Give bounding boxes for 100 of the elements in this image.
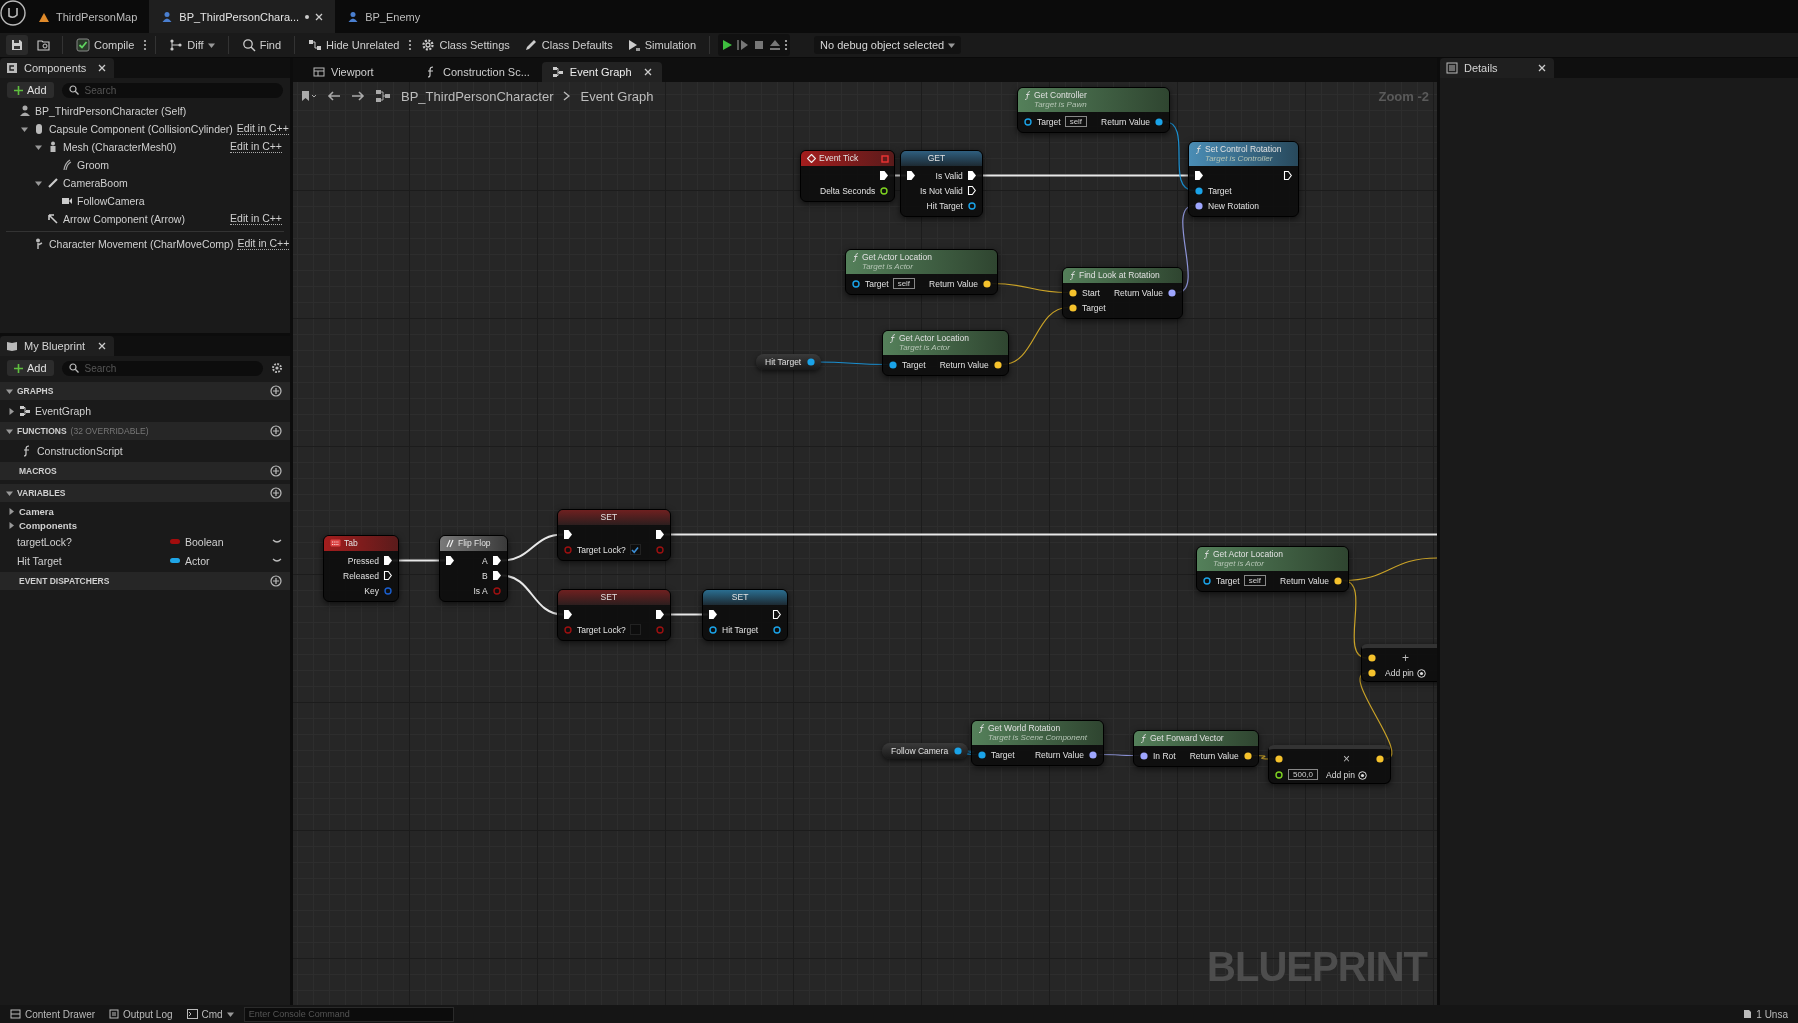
data-pin-icon[interactable] [1194, 200, 1204, 211]
expand-caret-icon[interactable] [35, 143, 42, 151]
expand-caret-icon[interactable] [21, 125, 28, 133]
data-pin-icon[interactable] [1333, 575, 1344, 586]
exec-pin-icon[interactable] [382, 570, 393, 581]
search-field[interactable]: Search [84, 84, 276, 96]
more-options-icon[interactable] [143, 39, 148, 51]
component-item[interactable]: Capsule Component (CollisionCylinder) [49, 123, 233, 135]
search-box[interactable]: Search [61, 360, 263, 376]
exec-pin-icon[interactable] [563, 529, 573, 540]
event-delegate-icon[interactable] [881, 155, 890, 163]
document-tab[interactable]: ThirdPersonMap [26, 0, 150, 33]
data-pin-icon[interactable] [879, 185, 890, 196]
console-input[interactable]: Enter Console Command [243, 1006, 454, 1022]
data-pin-icon[interactable] [772, 624, 783, 635]
expand-caret-icon[interactable] [6, 427, 13, 435]
toolbar-button[interactable]: Compile [71, 35, 140, 55]
data-pin-icon[interactable] [708, 624, 718, 635]
edit-in-cpp-link[interactable]: Edit in C++ [236, 123, 289, 135]
editor-tab[interactable]: Viewport [303, 62, 413, 82]
add-pin-button[interactable]: Add pin [1326, 770, 1367, 780]
add-icon[interactable] [270, 385, 282, 397]
default-value-field[interactable]: self [892, 278, 916, 289]
section-header[interactable]: FUNCTIONS (32 OVERRIDABLE) [0, 422, 290, 440]
component-item[interactable]: CameraBoom [63, 177, 282, 189]
section-header[interactable]: EVENT DISPATCHERS [0, 572, 290, 590]
exec-pin-icon[interactable] [708, 609, 718, 620]
data-pin-icon[interactable] [1154, 116, 1165, 127]
variable-category[interactable]: Components [19, 519, 78, 531]
component-item[interactable]: Character Movement (CharMoveComp) [49, 238, 234, 250]
chevron-down-icon[interactable] [272, 538, 282, 545]
exec-pin-icon[interactable] [1194, 170, 1204, 181]
default-value-field[interactable]: self [1064, 116, 1088, 127]
toolbar-button[interactable]: Class Defaults [518, 35, 618, 55]
data-pin-icon[interactable] [851, 278, 861, 289]
eject-icon[interactable] [768, 38, 783, 52]
exec-pin-icon[interactable] [906, 170, 916, 181]
data-pin-icon[interactable] [977, 749, 987, 760]
component-item[interactable]: Groom [77, 159, 282, 171]
editor-tab[interactable]: Construction Sc... [415, 62, 540, 82]
save-button[interactable] [6, 35, 28, 55]
engine-logo-icon[interactable] [0, 0, 26, 26]
data-pin-icon[interactable] [1139, 750, 1149, 761]
more-options-icon[interactable] [784, 39, 789, 51]
component-item[interactable]: FollowCamera [77, 195, 282, 207]
output-log-button[interactable]: Output Log [105, 1008, 177, 1020]
exec-pin-icon[interactable] [654, 609, 665, 620]
more-options-icon[interactable] [408, 39, 413, 51]
add-pin-button[interactable]: Add pin [1385, 668, 1426, 678]
chevron-down-icon[interactable] [272, 557, 282, 564]
cmd-dropdown[interactable]: Cmd [182, 1008, 238, 1020]
variable-category[interactable]: Camera [19, 505, 54, 517]
data-pin-icon[interactable] [953, 746, 964, 756]
exec-pin-icon[interactable] [772, 609, 783, 620]
editor-tab[interactable]: Event Graph [541, 62, 662, 82]
data-pin-icon[interactable] [1202, 575, 1212, 586]
toolbar-button[interactable]: Simulation [621, 35, 702, 55]
dropdown-caret-icon[interactable] [226, 1010, 234, 1018]
breadcrumb-item[interactable]: BP_ThirdPersonCharacter [401, 88, 554, 104]
data-pin-icon[interactable] [1068, 287, 1078, 298]
forward-arrow-icon[interactable] [351, 90, 365, 102]
variable-type-pill[interactable] [170, 558, 180, 563]
data-pin-icon[interactable] [806, 357, 817, 367]
data-pin-icon[interactable] [1242, 750, 1253, 761]
data-pin-icon[interactable] [1274, 769, 1284, 780]
data-pin-icon[interactable] [1194, 185, 1204, 196]
breadcrumb-item[interactable]: Event Graph [580, 88, 654, 104]
section-header[interactable]: MACROS [0, 462, 290, 480]
dropdown-caret-icon[interactable] [948, 41, 956, 49]
expand-caret-icon[interactable] [8, 521, 15, 529]
default-value-field[interactable]: 500,0 [1288, 769, 1319, 780]
exec-pin-icon[interactable] [445, 555, 455, 566]
component-item[interactable]: BP_ThirdPersonCharacter (Self) [35, 105, 282, 117]
debug-object-dropdown[interactable]: No debug object selected [814, 36, 962, 54]
edit-in-cpp-link[interactable]: Edit in C++ [237, 238, 290, 250]
close-panel-icon[interactable] [98, 64, 106, 72]
unsaved-button[interactable]: 1 Unsa [1739, 1008, 1792, 1020]
expand-caret-icon[interactable] [6, 489, 13, 497]
panel-tab[interactable]: Details [1440, 58, 1554, 78]
document-tab[interactable]: BP_Enemy [335, 0, 433, 33]
back-arrow-icon[interactable] [327, 90, 341, 102]
add-icon[interactable] [270, 465, 282, 477]
exec-pin-icon[interactable] [382, 555, 393, 566]
panel-tab[interactable]: Components [0, 58, 114, 78]
list-item[interactable]: ConstructionScript [37, 445, 123, 457]
exec-pin-icon[interactable] [1282, 170, 1293, 181]
toolbar-button[interactable]: Hide Unrelated [303, 35, 405, 55]
dropdown-caret-icon[interactable] [207, 41, 215, 49]
exec-pin-icon[interactable] [563, 609, 573, 620]
data-pin-icon[interactable] [1087, 749, 1098, 760]
toolbar-button[interactable]: Class Settings [416, 35, 515, 55]
search-field[interactable]: Search [84, 362, 256, 374]
bookmark-icon[interactable] [301, 90, 317, 102]
exec-pin-icon[interactable] [966, 170, 977, 181]
add-button[interactable]: Add [7, 82, 54, 98]
exec-pin-icon[interactable] [491, 555, 502, 566]
expand-caret-icon[interactable] [8, 407, 15, 415]
exec-pin-icon[interactable] [491, 570, 502, 581]
add-icon[interactable] [270, 575, 282, 587]
data-pin-icon[interactable] [1068, 302, 1078, 313]
